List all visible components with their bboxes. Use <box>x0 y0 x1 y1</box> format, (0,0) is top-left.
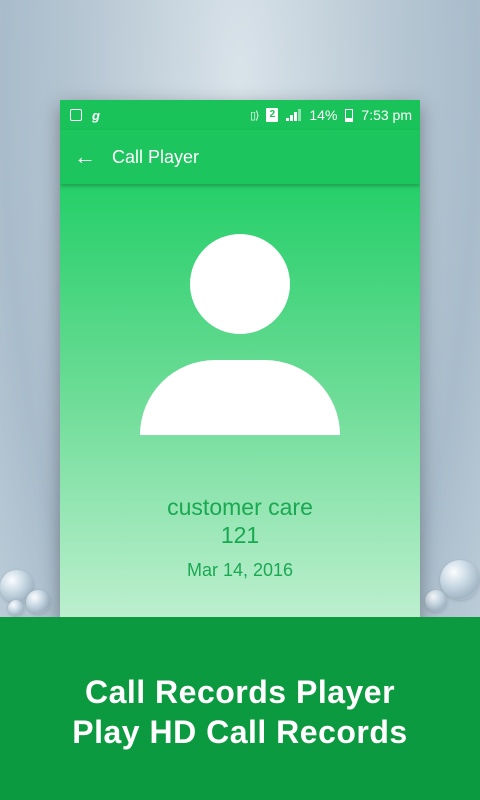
battery-percent: 14% <box>309 107 338 123</box>
avatar-head <box>190 234 290 334</box>
sim-icon: 2 <box>266 108 279 122</box>
contact-avatar-icon <box>140 234 340 439</box>
vibrate-icon: ▯⟩ <box>250 109 259 122</box>
contact-name: customer care <box>167 494 313 520</box>
promo-banner: Call Records Player Play HD Call Records <box>0 617 480 800</box>
app-bar: ← Call Player <box>60 130 420 184</box>
status-bar: g ▯⟩ 2 14% 7:53 pm <box>60 100 420 130</box>
avatar-body <box>140 360 340 435</box>
droplet <box>440 560 480 600</box>
banner-subheadline: Play HD Call Records <box>72 714 408 750</box>
page-title: Call Player <box>112 146 200 167</box>
signal-icon <box>286 109 302 121</box>
phone-screen: g ▯⟩ 2 14% 7:53 pm ← Call Player custome… <box>60 100 420 620</box>
call-date: Mar 14, 2016 <box>186 560 294 580</box>
contact-number: 121 <box>220 522 260 548</box>
clock: 7:53 pm <box>361 107 412 123</box>
image-notification-icon <box>70 109 82 121</box>
player-content: customer care 121 Mar 14, 2016 <box>60 184 420 620</box>
droplet <box>425 590 447 612</box>
droplet <box>26 590 50 614</box>
back-arrow-icon[interactable]: ← <box>74 144 102 170</box>
battery-icon <box>345 108 354 122</box>
droplet <box>8 600 24 616</box>
g-notification-icon: g <box>92 107 100 123</box>
banner-headline: Call Records Player <box>84 674 396 710</box>
